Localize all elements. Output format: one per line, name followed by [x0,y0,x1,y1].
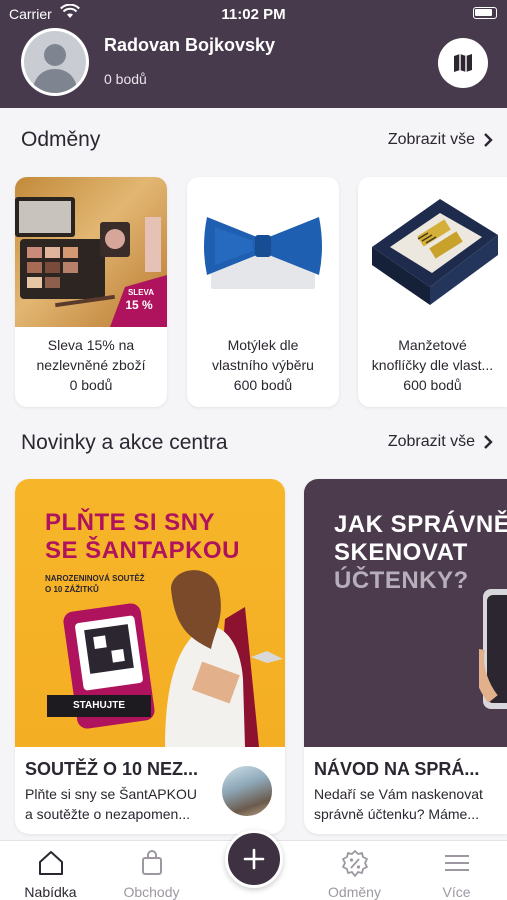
svg-text:SLEVA: SLEVA [128,288,154,297]
news-description-line1: Plňte si sny se ŠantAPKOU [25,786,197,802]
rewards-show-all-link[interactable]: Zobrazit vše [388,131,493,149]
news-card[interactable]: PLŇTE SI SNY SE ŠANTAPKOU NAROZENINOVÁ S… [15,479,285,834]
user-points: 0 bodů [104,71,147,87]
status-bar: Carrier 11:02 PM [0,0,507,28]
phone-illustration [479,589,507,709]
home-icon [38,851,63,875]
shopping-bag-icon [141,850,162,875]
news-show-all-label: Zobrazit vše [387,433,475,450]
svg-text:15 %: 15 % [125,298,153,312]
news-banner-contest: PLŇTE SI SNY SE ŠANTAPKOU NAROZENINOVÁ S… [15,479,285,747]
reward-name-line2: vlastního výběru [212,357,314,373]
reward-card[interactable]: Manžetové knoflíčky dle vlast... 600 bod… [358,177,507,407]
rewards-section-title: Odměny [21,128,101,151]
news-description-line2: správně účtenku? Máme... [314,806,479,822]
news-section-title: Novinky a akce centra [21,431,228,454]
reward-text: Motýlek dle vlastního výběru 600 bodů [191,335,335,395]
add-receipt-button[interactable] [225,830,283,888]
clock: 11:02 PM [221,6,286,23]
reward-image-cufflinks [358,177,507,327]
nav-item-vice[interactable]: Více [406,841,507,900]
profile-header: Carrier 11:02 PM Radovan Bojkovsky 0 bod… [0,0,507,108]
rewards-show-all-label: Zobrazit vše [387,131,475,148]
reward-image-bowtie [187,177,339,327]
news-card[interactable]: JAK SPRÁVNĚ SKENOVAT ÚČTENKY? NÁVOD NA S… [304,479,507,834]
nav-item-label: Obchody [123,884,180,900]
discount-badge-icon [341,850,368,877]
user-silhouette-icon [32,44,78,93]
reward-name-line2: nezlevněné zboží [36,357,146,373]
chevron-right-icon [484,435,493,449]
nav-item-label: Více [442,884,471,900]
banner-headline-line1: JAK SPRÁVNĚ [334,511,507,538]
news-description: Nedaří se Vám naskenovat správně účtenku… [314,784,507,824]
news-description-line2: a soutěžte o nezapomen... [25,806,190,822]
reward-card[interactable]: Motýlek dle vlastního výběru 600 bodů [187,177,339,407]
reward-points: 600 bodů [233,377,293,393]
news-show-all-link[interactable]: Zobrazit vše [388,433,493,451]
nav-item-obchody[interactable]: Obchody [101,841,202,900]
map-button[interactable] [438,38,488,88]
news-title: SOUTĚŽ O 10 NEZ... [25,759,199,779]
reward-name-line1: Manžetové [398,337,467,353]
news-thumbnail [220,764,274,818]
banner-headline-line2: SKENOVAT [334,539,468,566]
banner-download-button: STAHUJTE [47,695,151,717]
reward-card[interactable]: SLEVA 15 % Sleva 15% na nezlevněné zboží… [15,177,167,407]
reward-text: Manžetové knoflíčky dle vlast... 600 bod… [362,335,503,395]
avatar[interactable] [21,28,89,96]
reward-points: 0 bodů [69,377,113,393]
reward-image-cosmetics: SLEVA 15 % [15,177,167,327]
battery-icon [473,7,497,19]
nav-item-label: Odměny [328,884,381,900]
news-description: Plňte si sny se ŠantAPKOU a soutěžte o n… [25,784,225,824]
nav-item-nabidka[interactable]: Nabídka [0,841,101,900]
plus-icon [243,848,265,870]
reward-text: Sleva 15% na nezlevněné zboží 0 bodů [19,335,163,395]
chevron-right-icon [484,133,493,147]
nav-item-odmeny[interactable]: Odměny [304,841,405,900]
reward-name-line1: Motýlek dle [227,337,299,353]
reward-name-line2: knoflíčky dle vlast... [371,357,494,373]
reward-points: 600 bodů [403,377,462,393]
user-name: Radovan Bojkovsky [104,35,276,55]
reward-name-line1: Sleva 15% na [47,337,135,353]
news-banner-scan-receipt: JAK SPRÁVNĚ SKENOVAT ÚČTENKY? [304,479,507,747]
menu-icon [444,855,469,871]
map-icon [454,54,472,72]
news-title: NÁVOD NA SPRÁ... [314,759,480,779]
nav-item-label: Nabídka [24,884,77,900]
news-description-line1: Nedaří se Vám naskenovat [314,786,483,802]
